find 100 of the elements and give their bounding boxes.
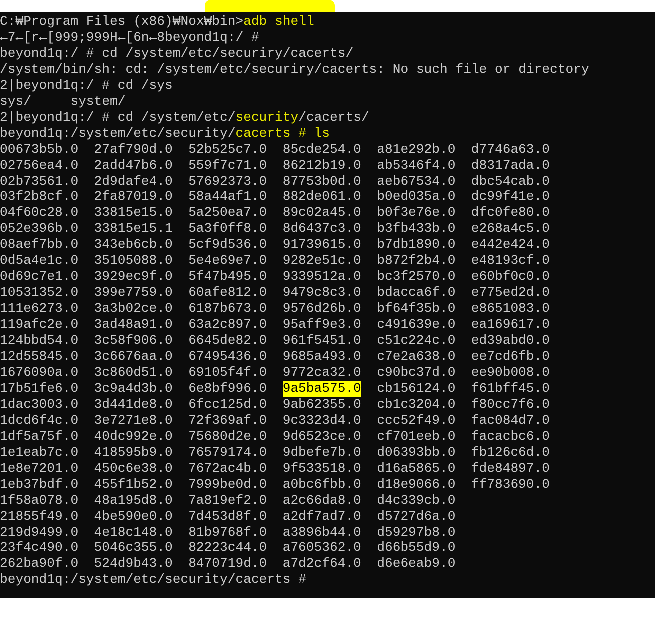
file-name: 111e6273.0 <box>0 301 79 318</box>
file-name: 33815e15.0 <box>94 205 173 222</box>
file-name: bc3f2570.0 <box>377 269 456 286</box>
file-name: 9282e51c.0 <box>282 253 362 270</box>
file-name: 219d9499.0 <box>0 524 79 540</box>
file-name: 67495436.0 <box>188 349 268 365</box>
file-name: d6e6eab9.0 <box>377 556 456 572</box>
file-name: 1e8e7201.0 <box>0 460 79 477</box>
file-name: 052e396b.0 <box>0 221 79 238</box>
file-name: fde84897.0 <box>471 460 550 477</box>
file-name: 1dac3003.0 <box>0 396 79 413</box>
file-name: 12d55845.0 <box>0 349 79 365</box>
file-name: ab5346f4.0 <box>377 158 456 174</box>
file-name: 02756ea4.0 <box>0 158 79 174</box>
file-name: e8651083.0 <box>471 301 550 318</box>
file-name: 3929ec9f.0 <box>94 269 173 286</box>
file-name: 399e7759.0 <box>94 285 173 302</box>
file-name: 3c58f906.0 <box>94 333 173 350</box>
file-name: 124bbd54.0 <box>0 333 79 350</box>
file-name: 91739615.0 <box>282 237 362 254</box>
shell-prompt: beyond1q:/system/etc/security/cacerts # <box>0 572 308 588</box>
file-name: a7605362.0 <box>282 540 362 556</box>
highlighted-text: cacerts # ls <box>236 126 330 142</box>
file-name: 6645de82.0 <box>188 333 268 350</box>
file-name: 23f4c490.0 <box>0 540 79 556</box>
file-name: 9685a493.0 <box>282 349 362 365</box>
highlighted-text: adb shell <box>244 14 314 30</box>
file-name: 1dcd6f4c.0 <box>0 412 79 429</box>
file-name: 9dbefe7b.0 <box>282 444 362 461</box>
file-name: a81e292b.0 <box>377 142 456 158</box>
file-name: 9a5ba575.0 <box>282 380 362 397</box>
file-name: 5e4e69e7.0 <box>188 253 268 270</box>
file-name: 87753b0d.0 <box>282 174 362 190</box>
file-name: c7e2a638.0 <box>377 349 456 365</box>
file-name: cf701eeb.0 <box>377 428 456 445</box>
file-name: dfc0fe80.0 <box>471 205 550 222</box>
file-name: 9772ca32.0 <box>282 364 362 381</box>
file-name: 2add47b6.0 <box>94 158 173 174</box>
file-name: 1e1eab7c.0 <box>0 444 79 461</box>
file-name: fb126c6d.0 <box>471 444 550 461</box>
file-name: ee7cd6fb.0 <box>471 349 550 365</box>
file-name: d4c339cb.0 <box>377 492 456 509</box>
file-name: 5f47b495.0 <box>188 269 268 286</box>
file-name: 33815e15.1 <box>94 221 173 238</box>
file-name: 7672ac4b.0 <box>188 460 268 477</box>
file-name: f61bff45.0 <box>471 380 550 397</box>
file-name: 72f369af.0 <box>188 412 268 429</box>
file-name: 04f60c28.0 <box>0 205 79 222</box>
terminal-text: 2|beyond1q:/ # cd /sys <box>0 78 173 94</box>
terminal-text: beyond1q:/system/etc/security/ <box>0 126 236 142</box>
file-name: 5046c355.0 <box>94 540 173 556</box>
file-name: 58a44af1.0 <box>188 189 268 206</box>
file-name: 262ba90f.0 <box>0 556 79 572</box>
file-name: 21855f49.0 <box>0 508 79 524</box>
file-name: d7746a63.0 <box>471 142 550 158</box>
file-name: 3d441de8.0 <box>94 396 173 413</box>
file-name: 3c860d51.0 <box>94 364 173 381</box>
file-name: 8470719d.0 <box>188 556 268 572</box>
file-name: c90bc37d.0 <box>377 364 456 381</box>
file-name: 5cf9d536.0 <box>188 237 268 254</box>
file-name: 559f7c71.0 <box>188 158 268 174</box>
terminal-text: ←7←[r←[999;999H←[6n←8beyond1q:/ # <box>0 30 260 46</box>
file-name: 82223c44.0 <box>188 540 268 556</box>
file-name: 03f2b8cf.0 <box>0 189 79 206</box>
file-name: 961f5451.0 <box>282 333 362 350</box>
file-name: 1676090a.0 <box>0 364 79 381</box>
file-name: ccc52f49.0 <box>377 412 456 429</box>
file-name: b3fb433b.0 <box>377 221 456 238</box>
file-name: 89c02a45.0 <box>282 205 362 222</box>
file-name: a7d2cf64.0 <box>282 556 362 572</box>
file-name: 63a2c897.0 <box>188 317 268 334</box>
file-name: d16a5865.0 <box>377 460 456 477</box>
file-name: 7a819ef2.0 <box>188 492 268 509</box>
terminal-text: sys/ system/ <box>0 94 126 110</box>
file-name: e60bf0c0.0 <box>471 269 550 286</box>
terminal-text: /system/bin/sh: cd: /system/etc/securiry/cacerts: No such file or directory <box>0 62 590 78</box>
file-name: dc99f41e.0 <box>471 189 550 206</box>
file-name: 6e8bf996.0 <box>188 380 268 397</box>
file-name: 2d9dafe4.0 <box>94 174 173 190</box>
file-name: f80cc7f6.0 <box>471 396 550 413</box>
file-name: c51c224c.0 <box>377 333 456 350</box>
file-name: d8317ada.0 <box>471 158 550 174</box>
file-name: 9339512a.0 <box>282 269 362 286</box>
file-name: d66b55d9.0 <box>377 540 456 556</box>
file-name: e268a4c5.0 <box>471 221 550 238</box>
terminal-text: /cacerts/ <box>298 110 370 126</box>
file-name: 7999be0d.0 <box>188 476 268 493</box>
file-name: 17b51fe6.0 <box>0 380 79 397</box>
file-name: 5a250ea7.0 <box>188 205 268 222</box>
file-name: e48193cf.0 <box>471 253 550 270</box>
file-name: facacbc6.0 <box>471 428 550 445</box>
file-name: 455f1b52.0 <box>94 476 173 493</box>
file-name: d5727d6a.0 <box>377 508 456 524</box>
file-name: 7d453d8f.0 <box>188 508 268 524</box>
file-name: a0bc6fbb.0 <box>282 476 362 493</box>
file-name: 6fcc125d.0 <box>188 396 268 413</box>
file-name: b872f2b4.0 <box>377 253 456 270</box>
file-name: d18e9066.0 <box>377 476 456 493</box>
file-name: 10531352.0 <box>0 285 79 302</box>
file-name: 9576d26b.0 <box>282 301 362 318</box>
